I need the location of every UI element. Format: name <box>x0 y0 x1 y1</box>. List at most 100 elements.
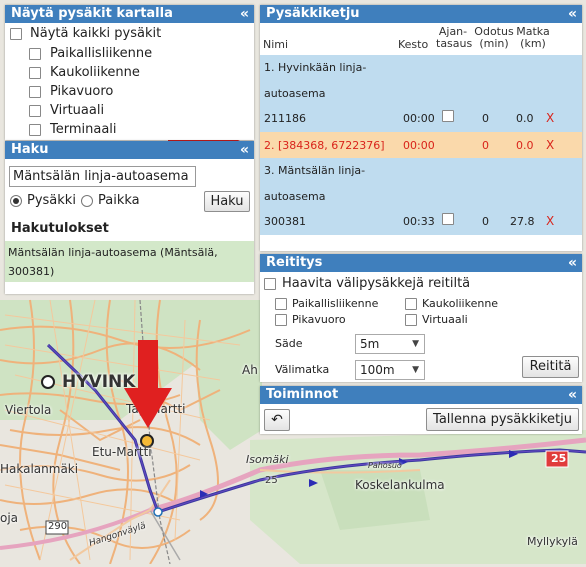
checkbox-local[interactable] <box>275 297 287 310</box>
radio-place-option[interactable]: Paikka <box>81 193 140 208</box>
show-stops-panel-title: Näytä pysäkit kartalla <box>11 6 173 21</box>
option-label: Virtuaali <box>422 313 468 326</box>
column-header-distance-line2: (km) <box>520 37 546 50</box>
down-arrow-icon <box>124 340 172 428</box>
chain-row-wait: 0 <box>482 112 489 125</box>
chain-row-3[interactable]: 3. Mäntsälän linja- autoasema 300381 00:… <box>260 158 582 235</box>
collapse-icon[interactable]: « <box>240 141 249 159</box>
column-header-distance: Matka (km) <box>515 26 551 50</box>
actions-panel: Toiminnot « ↶ Tallenna pysäkkiketju <box>260 386 582 434</box>
routing-option-virtual[interactable]: Virtuaali <box>405 313 468 326</box>
chain-row-timing-checkbox[interactable] <box>442 213 454 225</box>
chain-row-1[interactable]: 1. Hyvinkään linja- autoasema 211186 00:… <box>260 55 582 132</box>
show-all-stops-option[interactable]: Näytä kaikki pysäkit <box>10 26 161 41</box>
radius-select[interactable]: 5m ▼ <box>355 334 425 354</box>
undo-icon[interactable]: ↶ <box>264 409 290 431</box>
search-panel: Haku « Mäntsälän linja-autoasema Pysäkki… <box>5 141 254 294</box>
show-all-stops-label: Näytä kaikki pysäkit <box>30 26 162 41</box>
collapse-icon[interactable]: « <box>568 5 577 23</box>
chain-row-time: 00:00 <box>403 139 435 152</box>
search-result-line1: Mäntsälän linja-autoasema (Mäntsälä, <box>8 246 218 259</box>
collapse-icon[interactable]: « <box>568 386 577 404</box>
actions-panel-header: Toiminnot « <box>260 386 582 404</box>
option-label: Kaukoliikenne <box>50 65 140 80</box>
search-between-checkbox[interactable] <box>264 277 276 290</box>
radio-stop[interactable] <box>10 194 22 207</box>
checkbox-virtual[interactable] <box>405 313 417 326</box>
stop-type-option-local[interactable]: Paikallisliikenne <box>29 46 152 61</box>
option-label: Pikavuoro <box>50 84 114 99</box>
results-heading: Hakutulokset <box>11 221 109 236</box>
stop-chain-panel-title: Pysäkkiketju <box>266 6 360 21</box>
interval-select[interactable]: 100m ▼ <box>355 360 425 380</box>
chain-row-name-line1: 2. [384368, 6722376] <box>264 139 385 152</box>
radio-stop-label: Pysäkki <box>27 193 76 208</box>
search-result-item[interactable]: Mäntsälän linja-autoasema (Mäntsälä, 300… <box>5 241 254 282</box>
route-button[interactable]: Reititä <box>522 356 579 378</box>
radio-place[interactable] <box>81 194 93 207</box>
checkbox-express[interactable] <box>275 313 287 326</box>
column-header-name: Nimi <box>263 38 289 51</box>
chain-row-distance: 0.0 <box>516 112 534 125</box>
chain-row-wait: 0 <box>482 215 489 228</box>
column-header-timing-line2: tasaus <box>436 37 473 50</box>
chain-row-timing-checkbox[interactable] <box>442 110 454 122</box>
stop-chain-panel-header: Pysäkkiketju « <box>260 5 582 23</box>
routing-option-express[interactable]: Pikavuoro <box>275 313 346 326</box>
chain-row-wait: 0 <box>482 139 489 152</box>
radius-value: 5m <box>360 337 380 351</box>
search-result-line2: 300381) <box>8 265 55 278</box>
routing-panel-header: Reititys « <box>260 254 582 272</box>
chain-row-code: 300381 <box>264 215 306 228</box>
option-label: Paikallisliikenne <box>50 46 153 61</box>
option-label: Terminaali <box>50 122 117 137</box>
chain-row-name-line1: 3. Mäntsälän linja- <box>264 164 366 177</box>
show-stops-panel-header: Näytä pysäkit kartalla « <box>5 5 254 23</box>
collapse-icon[interactable]: « <box>240 5 249 23</box>
radio-stop-option[interactable]: Pysäkki <box>10 193 76 208</box>
search-button[interactable]: Haku <box>204 191 250 212</box>
stop-type-option-virtual[interactable]: Virtuaali <box>29 103 104 118</box>
routing-panel: Reititys « Haavita välipysäkkejä reitilt… <box>260 254 582 382</box>
chain-row-name-line1: 1. Hyvinkään linja- <box>264 61 367 74</box>
search-input[interactable]: Mäntsälän linja-autoasema <box>9 166 196 187</box>
search-panel-title: Haku <box>11 142 49 157</box>
collapse-icon[interactable]: « <box>568 254 577 272</box>
show-stops-panel: Näytä pysäkit kartalla « Näytä kaikki py… <box>5 5 254 140</box>
column-header-wait: Odotus (min) <box>474 26 514 50</box>
option-label: Virtuaali <box>50 103 105 118</box>
option-label: Paikallisliikenne <box>292 297 379 310</box>
stop-type-option-terminal[interactable]: Terminaali <box>29 122 117 137</box>
stop-type-option-express[interactable]: Pikavuoro <box>29 84 113 99</box>
radio-place-label: Paikka <box>98 193 140 208</box>
search-panel-header: Haku « <box>5 141 254 159</box>
show-all-stops-checkbox[interactable] <box>10 27 22 40</box>
chain-row-2[interactable]: 2. [384368, 6722376] 00:00 0 0.0 X <box>260 132 582 158</box>
stop-type-option-long[interactable]: Kaukoliikenne <box>29 65 140 80</box>
checkbox-terminal[interactable] <box>29 123 41 136</box>
search-between-label: Haavita välipysäkkejä reitiltä <box>282 276 471 291</box>
interval-value: 100m <box>360 363 395 377</box>
checkbox-long-distance[interactable] <box>29 66 41 79</box>
search-between-option[interactable]: Haavita välipysäkkejä reitiltä <box>264 276 470 291</box>
checkbox-local[interactable] <box>29 47 41 60</box>
checkbox-long-distance[interactable] <box>405 297 417 310</box>
stop-chain-panel: Pysäkkiketju « Nimi Kesto Ajan- tasaus O… <box>260 5 582 251</box>
actions-panel-title: Toiminnot <box>266 387 339 402</box>
checkbox-express[interactable] <box>29 85 41 98</box>
routing-panel-title: Reititys <box>266 255 323 270</box>
column-header-timing: Ajan- tasaus <box>436 26 473 50</box>
remove-stop-icon[interactable]: X <box>546 138 554 152</box>
remove-stop-icon[interactable]: X <box>546 214 554 228</box>
chain-row-distance: 27.8 <box>510 215 535 228</box>
routing-option-long[interactable]: Kaukoliikenne <box>405 297 498 310</box>
routing-option-local[interactable]: Paikallisliikenne <box>275 297 378 310</box>
column-header-wait-line2: (min) <box>479 37 509 50</box>
interval-label: Välimatka <box>275 363 330 376</box>
save-stop-chain-button[interactable]: Tallenna pysäkkiketju <box>426 408 579 431</box>
option-label: Kaukoliikenne <box>422 297 499 310</box>
chain-row-distance: 0.0 <box>516 139 534 152</box>
chain-row-time: 00:00 <box>403 112 435 125</box>
checkbox-virtual[interactable] <box>29 104 41 117</box>
remove-stop-icon[interactable]: X <box>546 111 554 125</box>
